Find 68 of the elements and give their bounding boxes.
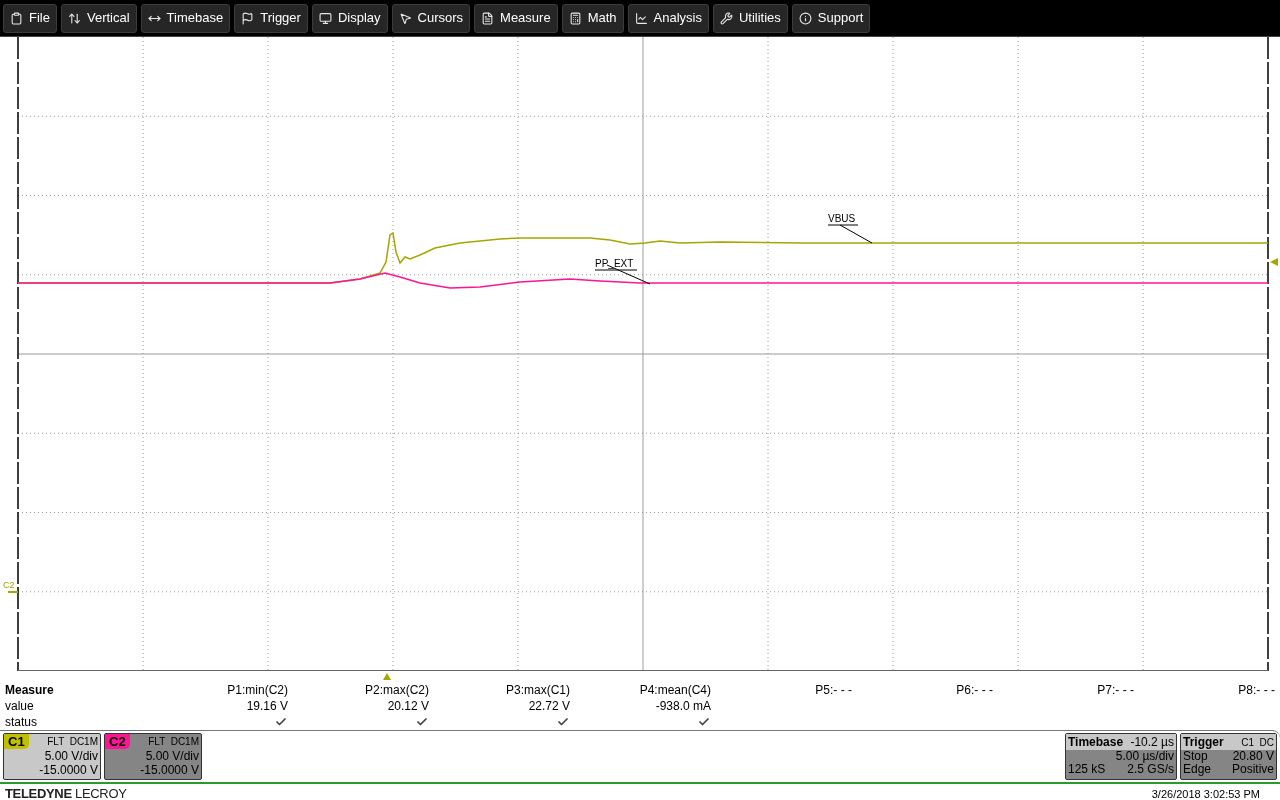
trigger-level: 20.80 V [1232,750,1274,763]
row-label: value [5,698,35,714]
parameter-name: P2:max(C2) [365,682,429,698]
channel-offset: -15.0000 V [140,763,200,777]
brand-logo: TELEDYNE LECROY [5,785,127,800]
sample-rate: 2.5 GS/s [1127,763,1174,776]
trace-label: VBUS [828,213,856,224]
parameter-value: 19.16 V [246,698,288,714]
menu-button[interactable]: Analysis [627,3,709,33]
menu-button[interactable]: Display [311,3,388,33]
trigger-slope: Positive [1231,763,1274,776]
calculator-icon [568,11,582,25]
pointer-icon [398,11,412,25]
menu-button[interactable]: Timebase [140,3,231,33]
parameter-value: -938.0 mA [655,698,711,714]
trigger-type: Edge [1183,763,1212,776]
timestamp: 3/26/2018 3:02:53 PM [1151,786,1261,800]
parameter-name: P6:- - - [956,682,993,698]
trigger-mode: Stop [1183,750,1208,763]
flag-icon [241,11,255,25]
menu-button[interactable]: File [3,3,57,33]
menu-button[interactable]: Trigger [234,3,308,33]
wrench-icon [719,11,733,25]
timebase-scale: 5.00 µs/div [1115,750,1175,763]
menu-button[interactable]: Vertical [60,3,137,33]
parameter-name: P3:max(C1) [506,682,570,698]
channel-scale: 5.00 V/div [44,749,99,763]
channel-panel[interactable]: C2 FLT DC1M 5.00 V/div -15.0000 V [104,733,202,780]
channel-badge: C1 [4,734,29,749]
menu-button[interactable]: Math [561,3,624,33]
menu-button[interactable]: Utilities [712,3,788,33]
level-marker [7,591,19,593]
parameter-name: P1:min(C2) [227,682,288,698]
channel-coupling: FLT DC1M [148,735,200,749]
parameter-name: P5:- - - [815,682,852,698]
timebase-delay: -10.2 µs [1130,735,1174,749]
parameter-name: P8:- - - [1238,682,1275,698]
clipboard-icon [10,11,23,25]
parameter-value: 22.72 V [528,698,570,714]
channel-offset: -15.0000 V [39,763,99,777]
vertical-arrows-icon [67,11,81,25]
timebase-panel[interactable]: Timebase -10.2 µs 5.00 µs/div 125 kS 2.5 GS/s [1065,733,1177,780]
menu-button[interactable]: Support [791,3,871,33]
trigger-source: C1 DC [1241,735,1274,749]
trigger-title: Trigger [1183,735,1224,749]
row-label: status [5,714,38,730]
channel-coupling: FLT DC1M [47,735,99,749]
menu-button[interactable]: Measure [474,3,558,33]
info-icon [798,11,812,25]
document-icon [481,11,495,25]
leader-line [827,224,873,244]
channel-badge: C2 [105,734,130,749]
trace-label: PP_EXT [595,258,634,269]
trigger-panel[interactable]: Trigger C1 DC Stop 20.80 V Edge Positive [1180,733,1277,780]
parameter-name: P4:mean(C4) [639,682,711,698]
channel-marker-label: C2 [3,580,15,590]
parameter-value: 20.12 V [387,698,429,714]
menu-button[interactable]: Cursors [391,3,471,33]
offset-marker-icon [1270,258,1278,266]
measure-title: Measure [5,682,55,698]
trigger-position-icon [383,673,391,680]
sample-count: 125 kS [1068,763,1106,776]
timebase-title: Timebase [1068,735,1124,749]
channel-scale: 5.00 V/div [145,749,200,763]
channel-panel[interactable]: C1 FLT DC1M 5.00 V/div -15.0000 V [3,733,101,780]
parameter-name: P7:- - - [1097,682,1134,698]
monitor-icon [318,11,332,25]
chart-icon [634,11,648,25]
